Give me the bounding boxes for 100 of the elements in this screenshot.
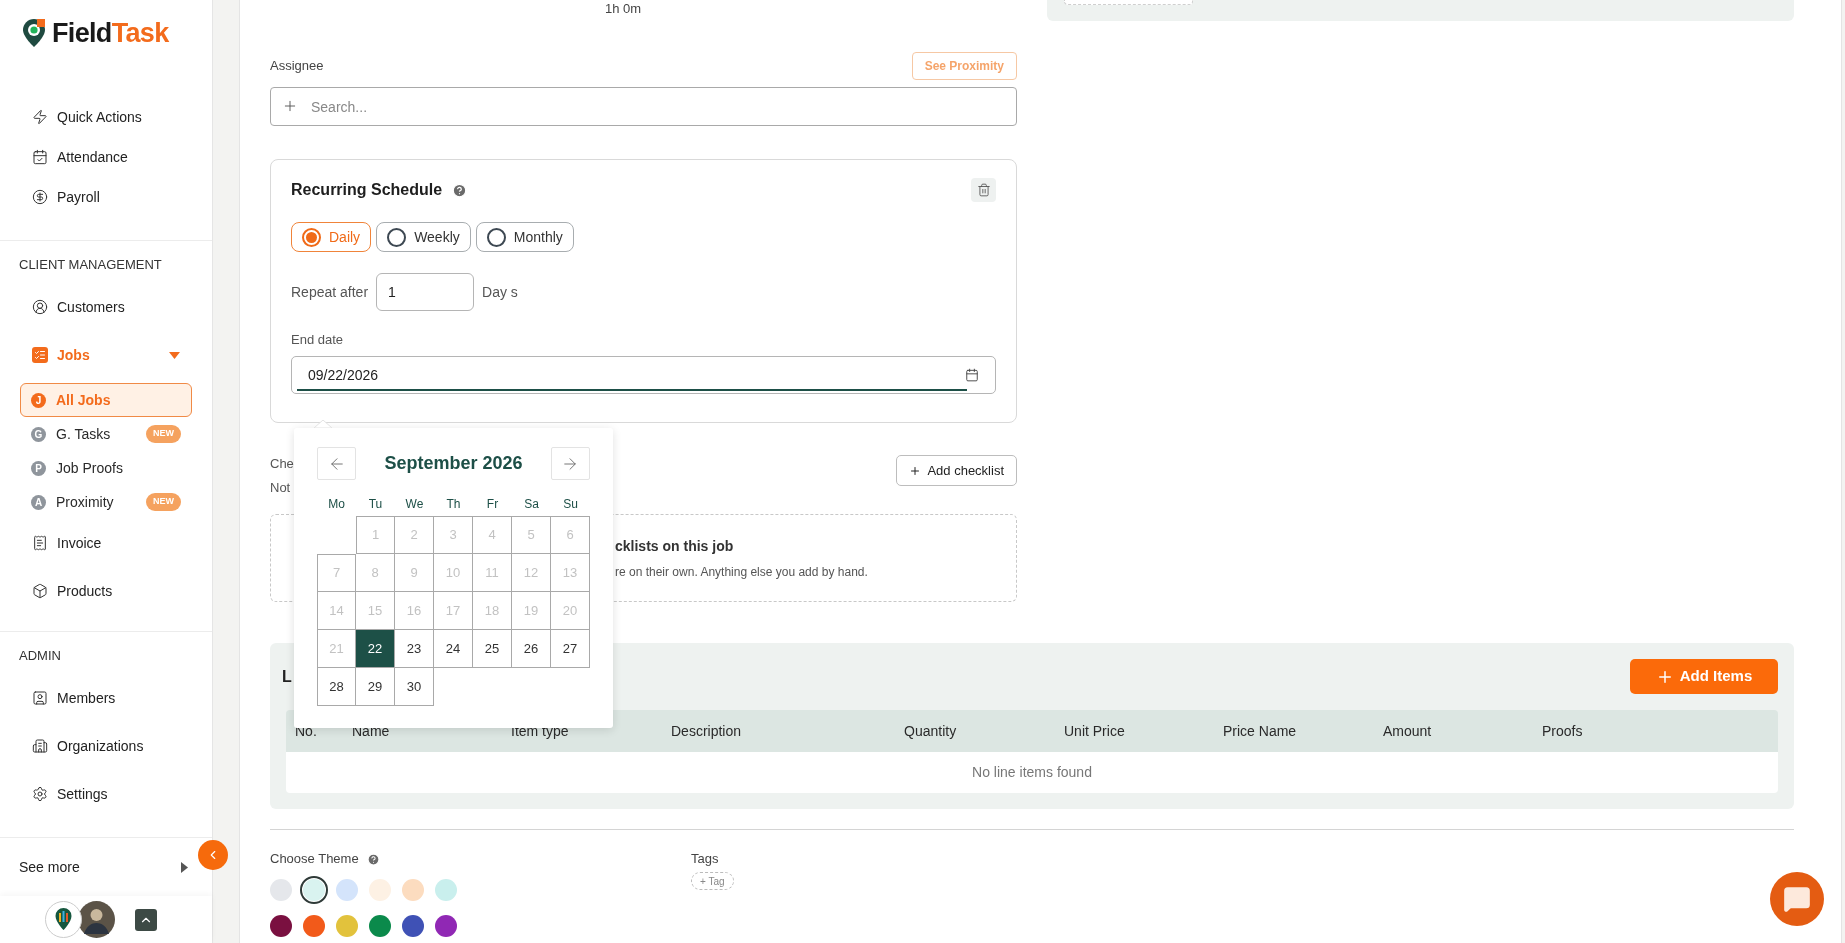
section-label: Che: [270, 457, 294, 471]
plus-icon: [909, 464, 922, 477]
column-header: Amount: [1383, 721, 1433, 741]
theme-swatch[interactable]: [270, 879, 292, 901]
help-icon: [452, 182, 468, 198]
calendar-day[interactable]: 24: [434, 630, 473, 668]
calendar-day[interactable]: 29: [356, 668, 395, 706]
frequency-radio[interactable]: Monthly: [475, 222, 574, 252]
sidebar-item[interactable]: Members: [0, 674, 212, 722]
add-checklist-button[interactable]: Add checklist: [896, 455, 1017, 486]
sidebar-item[interactable]: Attendance: [0, 137, 212, 177]
caret-icon: [169, 351, 180, 359]
sidebar-item[interactable]: Invoice: [0, 519, 212, 567]
repeat-interval-field[interactable]: 1: [376, 273, 475, 311]
section-heading: CLIENT MANAGEMENT: [18, 257, 163, 273]
sidebar-item[interactable]: Payroll: [0, 177, 212, 217]
theme-swatch[interactable]: [303, 915, 325, 937]
field-label: End date: [291, 331, 345, 349]
next-month-button[interactable]: [551, 447, 590, 480]
weekday-label: Fr: [485, 496, 500, 512]
box-icon: [32, 583, 48, 599]
user-icon: [32, 690, 48, 706]
card-title: Recurring Schedule: [291, 180, 443, 200]
expand-button[interactable]: [135, 908, 157, 931]
field-label: Repeat after: [291, 282, 369, 302]
weekday-label: Th: [445, 496, 462, 512]
sidebar-item[interactable]: Quick Actions: [0, 97, 212, 137]
letter-icon: J: [31, 392, 46, 408]
dollar-icon: [32, 189, 48, 205]
column-header: Quantity: [904, 721, 958, 741]
user-circle-icon: [32, 299, 48, 315]
calendar-day[interactable]: 23: [395, 630, 434, 668]
previous-month-button[interactable]: [317, 447, 356, 480]
theme-swatch[interactable]: [402, 879, 424, 901]
calendar-day[interactable]: 27: [551, 630, 590, 668]
frequency-radio[interactable]: Weekly: [376, 222, 471, 252]
building-icon: [32, 738, 48, 754]
section-note: Not: [270, 481, 292, 495]
lightning-icon: [32, 109, 48, 125]
sidebar-subitem[interactable]: G G. Tasks NEW: [20, 417, 192, 451]
weekday-label: Mo: [327, 496, 346, 512]
theme-swatch[interactable]: [435, 915, 457, 937]
letter-icon: P: [31, 460, 46, 476]
calendar-day[interactable]: 30: [395, 668, 434, 706]
end-date-field[interactable]: 09/22/2026: [291, 356, 996, 394]
new-badge: NEW: [146, 425, 181, 443]
section-title: L: [282, 666, 292, 687]
section-heading: ADMIN: [18, 648, 62, 664]
empty-message: No line items found: [972, 763, 1092, 782]
calendar-day[interactable]: 28: [317, 668, 356, 706]
weekday-label: We: [404, 496, 425, 512]
settings-icon: [32, 786, 48, 802]
calendar-day[interactable]: 26: [512, 630, 551, 668]
assignee-search-field[interactable]: Search...: [270, 87, 1017, 126]
theme-swatch[interactable]: [336, 915, 358, 937]
plus-icon: [282, 98, 298, 114]
new-badge: NEW: [146, 493, 181, 511]
empty-title: cklists on this job: [615, 536, 735, 556]
sidebar-item[interactable]: Customers: [0, 283, 212, 331]
see-more-link[interactable]: See more: [0, 838, 192, 896]
theme-swatch[interactable]: [435, 879, 457, 901]
calendar-day[interactable]: 22: [356, 630, 395, 668]
month-title: September 2026: [384, 452, 523, 475]
sidebar-item[interactable]: Settings: [0, 770, 212, 818]
duration-text: 1h 0m: [605, 0, 642, 18]
calendar-icon: [965, 368, 979, 382]
logo-text: FieldTask: [52, 19, 169, 47]
weekday-label: Tu: [367, 496, 384, 512]
weekday-label: Sa: [523, 496, 540, 512]
chat-icon: [1783, 885, 1811, 913]
calendar-icon: [32, 149, 48, 165]
theme-swatch[interactable]: [369, 879, 391, 901]
sidebar-item[interactable]: Organizations: [0, 722, 212, 770]
theme-swatch[interactable]: [303, 879, 325, 901]
avatar[interactable]: [78, 901, 115, 938]
logo-icon: [22, 18, 46, 48]
field-label: Tags: [691, 852, 720, 866]
letter-icon: A: [31, 494, 46, 510]
organization-logo[interactable]: [45, 901, 82, 938]
field-label: Assignee: [270, 57, 324, 76]
column-header: Proofs: [1542, 721, 1584, 741]
column-header: Description: [671, 721, 743, 741]
theme-swatch[interactable]: [336, 879, 358, 901]
theme-swatch[interactable]: [402, 915, 424, 937]
delete-button[interactable]: [971, 178, 996, 202]
receipt-icon: [32, 535, 48, 551]
help-icon: [366, 852, 380, 866]
caret-icon: [181, 861, 188, 873]
column-header: Price Name: [1223, 721, 1298, 741]
sidebar-subitem[interactable]: A Proximity NEW: [20, 485, 192, 519]
theme-swatch[interactable]: [270, 915, 292, 937]
sidebar-item[interactable]: Products: [0, 567, 212, 615]
letter-icon: G: [31, 426, 46, 442]
sidebar-subitem[interactable]: P Job Proofs: [20, 451, 192, 485]
calendar-day[interactable]: 25: [473, 630, 512, 668]
collapse-sidebar-button[interactable]: [198, 840, 228, 870]
checklist-icon: [32, 347, 48, 363]
trash-icon: [976, 183, 991, 197]
field-label: Choose Theme: [270, 850, 359, 869]
theme-swatch[interactable]: [369, 915, 391, 937]
